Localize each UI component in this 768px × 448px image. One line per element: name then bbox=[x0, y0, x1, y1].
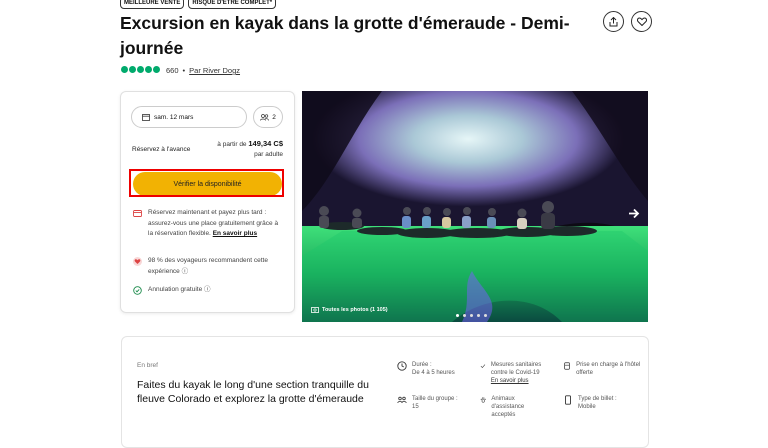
overview-label: En bref bbox=[137, 362, 158, 369]
price-prefix: à partir de bbox=[217, 141, 247, 148]
rating-bubbles bbox=[121, 66, 161, 75]
carousel-dot[interactable] bbox=[470, 314, 473, 317]
learn-more-link[interactable]: En savoir plus bbox=[213, 230, 257, 237]
separator: • bbox=[182, 66, 186, 75]
overview-section: En bref Faites du kayak le long d'une se… bbox=[121, 336, 649, 448]
ticket-value: Mobile bbox=[578, 404, 596, 410]
carousel-dot[interactable] bbox=[477, 314, 480, 317]
payment-icon bbox=[133, 210, 142, 217]
people-icon bbox=[260, 113, 270, 121]
price-value: 149,34 C$ bbox=[248, 139, 283, 148]
save-button[interactable] bbox=[631, 11, 652, 32]
pickup-text: Prise en charge à l'hôtel offerte bbox=[576, 362, 641, 376]
heart-badge-icon bbox=[133, 257, 142, 266]
guests-picker[interactable]: 2 bbox=[253, 106, 283, 128]
phone-icon bbox=[565, 395, 571, 405]
ticket-label: Type de billet : bbox=[578, 396, 617, 402]
likely-sell-out-badge: RISQUE D'ÊTRE COMPLET* bbox=[188, 0, 277, 9]
date-picker[interactable]: sam. 12 mars bbox=[131, 106, 247, 128]
badge-row: MEILLEURE VENTE RISQUE D'ÊTRE COMPLET* bbox=[120, 0, 277, 9]
all-photos-label: Toutes les photos (1 105) bbox=[322, 306, 388, 313]
carousel-dot[interactable] bbox=[463, 314, 466, 317]
reserve-ahead-label: Réservez à l'avance bbox=[132, 146, 191, 153]
duration-attr: Durée : De 4 à 5 heures bbox=[397, 361, 455, 377]
camera-icon bbox=[311, 307, 319, 313]
photo-gallery[interactable]: Toutes les photos (1 105) bbox=[302, 91, 648, 322]
carousel-dot[interactable] bbox=[456, 314, 459, 317]
recommend-feature: 98 % des voyageurs recommandent cette ex… bbox=[133, 256, 283, 277]
review-count[interactable]: 660 bbox=[166, 66, 179, 75]
free-cancel-text: Annulation gratuite bbox=[148, 286, 203, 293]
calendar-icon bbox=[142, 114, 150, 121]
next-photo-button[interactable] bbox=[628, 207, 640, 222]
animals-text: Animaux d'assistance acceptés bbox=[491, 396, 525, 418]
arrow-right-icon bbox=[629, 208, 640, 219]
info-icon[interactable]: ⓘ bbox=[204, 286, 211, 293]
best-seller-badge: MEILLEURE VENTE bbox=[120, 0, 185, 9]
check-icon bbox=[480, 364, 486, 368]
booking-panel: sam. 12 mars 2 Réservez à l'avance à par… bbox=[120, 91, 295, 313]
price-unit: par adulte bbox=[254, 151, 283, 158]
price-block: à partir de 149,34 C$ par adulte bbox=[217, 139, 283, 160]
duration-label: Durée : bbox=[412, 362, 432, 368]
page-title: Excursion en kayak dans la grotte d'émer… bbox=[120, 13, 570, 58]
header-actions bbox=[603, 11, 652, 32]
cave-photo bbox=[302, 91, 648, 322]
cancel-icon bbox=[133, 286, 142, 295]
duration-value: De 4 à 5 heures bbox=[412, 370, 455, 376]
group-value: 15 bbox=[412, 404, 419, 410]
group-label: Taille du groupe : bbox=[412, 396, 458, 402]
carousel-dot[interactable] bbox=[484, 314, 487, 317]
heart-icon bbox=[636, 17, 647, 26]
clock-icon bbox=[397, 361, 407, 371]
all-photos-button[interactable]: Toutes les photos (1 105) bbox=[311, 306, 388, 313]
rating-row: 660 • Par River Dogz bbox=[121, 66, 240, 75]
carousel-dots bbox=[456, 314, 487, 317]
recommend-text: 98 % des voyageurs recommandent cette ex… bbox=[148, 257, 268, 275]
highlight-box bbox=[129, 169, 284, 197]
group-icon bbox=[397, 396, 407, 404]
pickup-attr: Prise en charge à l'hôtel offerte bbox=[563, 361, 643, 377]
operator-link[interactable]: Par River Dogz bbox=[189, 66, 240, 75]
share-icon bbox=[609, 16, 618, 26]
animals-attr: Animaux d'assistance acceptés bbox=[480, 395, 545, 419]
covid-learn-more-link[interactable]: En savoir plus bbox=[491, 378, 529, 384]
free-cancel-feature: Annulation gratuite ⓘ bbox=[133, 285, 283, 296]
share-button[interactable] bbox=[603, 11, 624, 32]
car-icon bbox=[564, 362, 570, 370]
paw-icon bbox=[480, 397, 486, 403]
overview-text: Faites du kayak le long d'une section tr… bbox=[137, 379, 369, 405]
group-size-attr: Taille du groupe : 15 bbox=[397, 395, 458, 411]
info-icon[interactable]: ⓘ bbox=[182, 268, 189, 275]
guests-value: 2 bbox=[272, 113, 276, 121]
covid-text: Mesures sanitaires contre le Covid-19 bbox=[490, 362, 542, 376]
date-value: sam. 12 mars bbox=[154, 113, 194, 121]
reserve-now-feature: Réservez maintenant et payez plus tard :… bbox=[133, 208, 283, 240]
covid-attr: Mesures sanitaires contre le Covid-19 En … bbox=[480, 361, 550, 385]
ticket-attr: Type de billet : Mobile bbox=[563, 395, 633, 411]
